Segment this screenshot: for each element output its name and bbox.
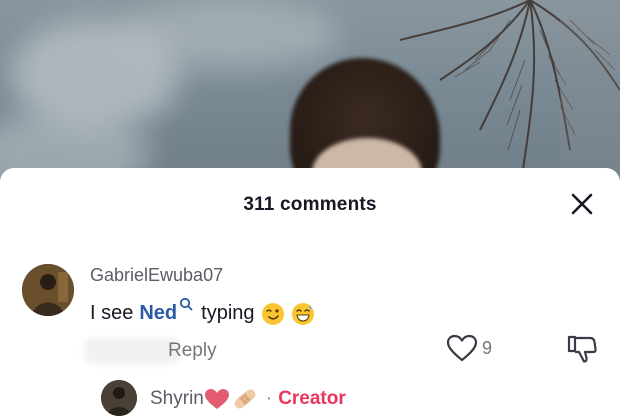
- reply-header: Shyrin · Creator: [150, 387, 346, 411]
- mention-link[interactable]: Ned: [139, 302, 177, 325]
- comment-text-after: typing: [201, 301, 255, 324]
- video-background: [0, 0, 620, 190]
- dislike-button[interactable]: [566, 334, 598, 369]
- wink-face-emoji: [261, 303, 284, 325]
- avatar-photo: [22, 264, 74, 316]
- comment-username[interactable]: GabrielEwuba07: [90, 265, 223, 286]
- reply-button[interactable]: Reply: [168, 340, 217, 362]
- bandage-emoji: [234, 389, 256, 409]
- heart-emoji: [204, 389, 229, 409]
- comment-text: I see Ned typing: [90, 297, 315, 325]
- close-icon: [571, 193, 593, 215]
- grinning-sweat-emoji: [291, 303, 314, 325]
- avatar-photo: [101, 380, 137, 416]
- reply-username[interactable]: Shyrin: [150, 388, 204, 410]
- close-button[interactable]: [566, 188, 598, 220]
- heart-outline-icon: [446, 334, 478, 362]
- comments-count-title: 311 comments: [243, 194, 377, 215]
- redacted-timestamp: [84, 338, 180, 364]
- reply-avatar[interactable]: [101, 380, 137, 416]
- separator-dot: ·: [265, 388, 273, 409]
- like-count: 9: [482, 337, 493, 358]
- creator-badge: Creator: [278, 388, 346, 409]
- commenter-avatar[interactable]: [22, 264, 74, 316]
- search-icon: [180, 297, 193, 311]
- thumbs-down-icon: [567, 335, 597, 363]
- cloud-blur: [120, 0, 340, 70]
- comments-sheet: 311 comments GabrielEwuba07 I see Ned ty…: [0, 168, 620, 420]
- comment-text-before: I see: [90, 301, 134, 324]
- like-button[interactable]: 9: [446, 334, 492, 362]
